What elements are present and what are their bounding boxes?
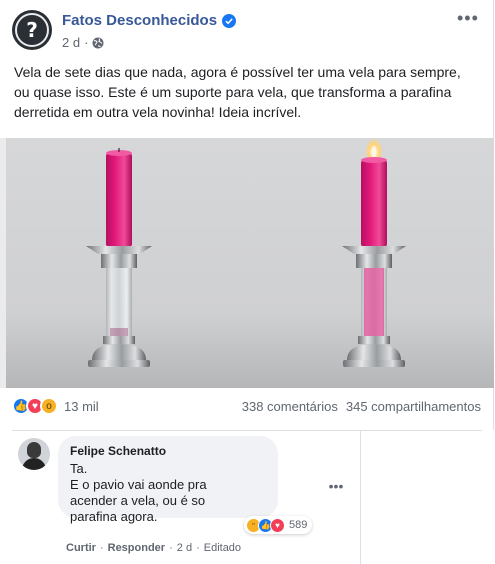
page-name-row: Fatos Desconhecidos xyxy=(62,12,237,29)
comment-line: E o pavio vai aonde pra xyxy=(70,477,207,492)
like-comment-button[interactable]: Curtir xyxy=(66,542,96,554)
comment-actions: Curtir · Responder · 2 d · Editado xyxy=(66,542,241,554)
comment-options-icon[interactable]: ••• xyxy=(326,478,346,494)
wow-reaction-icon: o xyxy=(40,397,58,415)
meta-separator: · xyxy=(84,35,89,50)
love-reaction-icon: ♥ xyxy=(270,517,285,533)
edited-label: Editado xyxy=(203,542,242,554)
reply-button[interactable]: Responder xyxy=(108,542,165,554)
comments-section: Felipe Schenatto Ta. E o pavio vai aonde… xyxy=(0,430,494,564)
page-avatar[interactable]: ? xyxy=(12,10,52,50)
comments-count[interactable]: 338 comentários xyxy=(242,399,338,414)
candle-holders-photo xyxy=(0,138,494,388)
reaction-icons[interactable]: 👍 ♥ o xyxy=(12,397,58,415)
globe-icon xyxy=(92,37,104,48)
post-header: ? Fatos Desconhecidos 2 d · ••• xyxy=(12,8,481,52)
comment-reaction-count: 589 xyxy=(289,519,308,531)
shares-count[interactable]: 345 compartilhamentos xyxy=(346,399,481,414)
post-time[interactable]: 2 d xyxy=(62,35,80,50)
action-separator: · xyxy=(196,542,200,554)
reaction-count[interactable]: 13 mil xyxy=(64,399,99,414)
comment-bubble: Felipe Schenatto Ta. E o pavio vai aonde… xyxy=(58,436,278,524)
page-name[interactable]: Fatos Desconhecidos xyxy=(62,12,217,29)
comment-line: parafina agora. xyxy=(70,509,158,524)
post-image[interactable] xyxy=(0,138,494,388)
comment-reactions[interactable]: ᵔ 👍 ♥ 589 xyxy=(244,516,313,534)
comments-divider xyxy=(12,430,482,431)
post-card: ? Fatos Desconhecidos 2 d · ••• Vela de … xyxy=(0,0,494,430)
action-separator: · xyxy=(169,542,173,554)
comment-line: Ta. xyxy=(70,461,88,476)
commenter-name[interactable]: Felipe Schenatto xyxy=(70,444,266,458)
action-separator: · xyxy=(99,542,104,554)
commenter-avatar[interactable] xyxy=(18,438,50,470)
post-text: Vela de sete dias que nada, agora é poss… xyxy=(14,64,461,120)
verified-badge-icon xyxy=(222,13,237,28)
post-stats: 338 comentários 345 compartilhamentos xyxy=(242,399,481,414)
post-meta: 2 d · xyxy=(62,35,104,50)
post-options-icon[interactable]: ••• xyxy=(457,9,478,28)
reactions-bar: 👍 ♥ o 13 mil 338 comentários 345 compart… xyxy=(12,394,481,418)
column-divider xyxy=(360,430,361,564)
comment-text: Ta. E o pavio vai aonde pra acender a ve… xyxy=(70,461,266,525)
comment-line: acender a vela, ou é so xyxy=(70,493,206,508)
comment-time[interactable]: 2 d xyxy=(177,542,192,554)
